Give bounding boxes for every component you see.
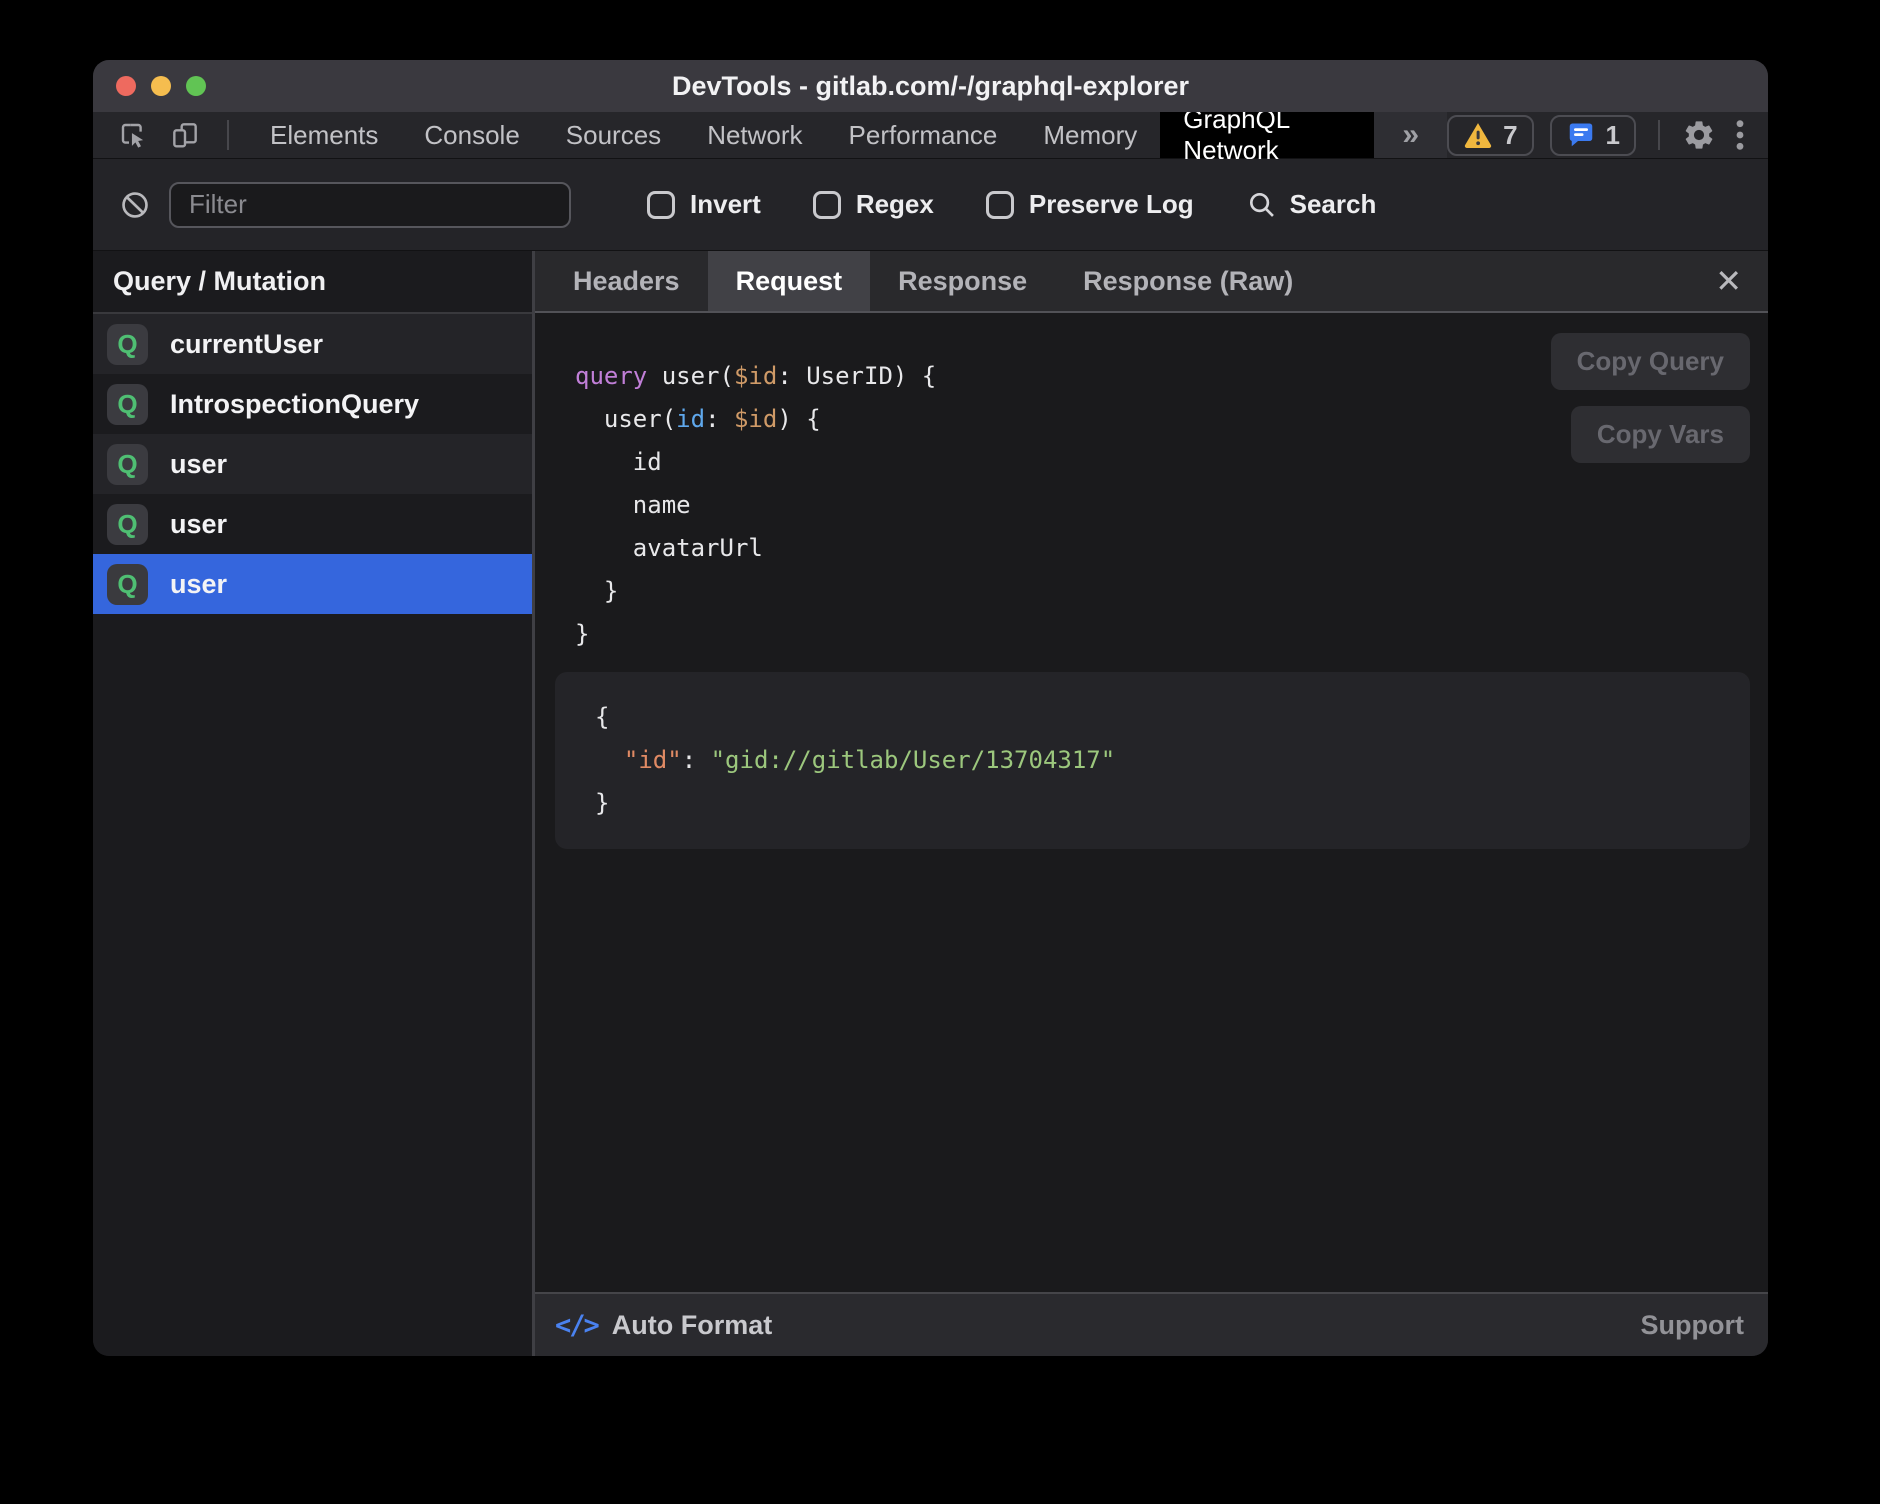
query-variables-json: { "id": "gid://gitlab/User/13704317"}	[555, 672, 1750, 849]
warning-count: 7	[1503, 120, 1517, 151]
traffic-lights	[116, 76, 206, 96]
inspect-element-icon[interactable]	[117, 119, 149, 151]
minimize-window-button[interactable]	[151, 76, 171, 96]
window-title: DevTools - gitlab.com/-/graphql-explorer	[93, 71, 1768, 102]
checkbox-box	[813, 191, 841, 219]
sidebar-header: Query / Mutation	[93, 251, 532, 314]
list-item-user-3-selected[interactable]: Q user	[93, 554, 532, 614]
tab-response-raw[interactable]: Response (Raw)	[1055, 251, 1321, 311]
tab-headers[interactable]: Headers	[545, 251, 708, 311]
tab-network[interactable]: Network	[684, 112, 825, 158]
detail-panel: Headers Request Response Response (Raw) …	[535, 251, 1768, 1356]
tab-console[interactable]: Console	[401, 112, 542, 158]
close-window-button[interactable]	[116, 76, 136, 96]
invert-checkbox[interactable]: Invert	[647, 189, 761, 220]
auto-format-label: Auto Format	[612, 1310, 772, 1341]
copy-vars-button[interactable]: Copy Vars	[1571, 406, 1750, 463]
devtools-tab-bar: Elements Console Sources Network Perform…	[93, 112, 1768, 159]
filter-input[interactable]	[169, 182, 571, 228]
checkbox-label: Regex	[856, 189, 934, 220]
preserve-log-checkbox[interactable]: Preserve Log	[986, 189, 1194, 220]
tab-performance[interactable]: Performance	[826, 112, 1021, 158]
search-button[interactable]: Search	[1246, 189, 1377, 221]
clear-filter-icon[interactable]	[119, 189, 151, 221]
checkbox-label: Preserve Log	[1029, 189, 1194, 220]
checkbox-label: Invert	[690, 189, 761, 220]
chat-bubble-icon	[1566, 120, 1596, 150]
search-icon	[1246, 189, 1278, 221]
tab-graphql-network[interactable]: GraphQL Network	[1160, 112, 1374, 158]
devtools-toolbar-icons	[93, 112, 247, 158]
toolbar-divider	[227, 120, 229, 150]
device-toolbar-icon[interactable]	[169, 119, 201, 151]
settings-gear-icon[interactable]	[1682, 118, 1716, 152]
more-tabs-button[interactable]: »	[1374, 112, 1447, 158]
issues-badge[interactable]: 1	[1550, 115, 1636, 156]
list-item-currentuser[interactable]: Q currentUser	[93, 314, 532, 374]
request-content: query user($id: UserID) { user(id: $id) …	[535, 313, 1768, 1292]
issues-count: 1	[1606, 120, 1620, 151]
tab-elements[interactable]: Elements	[247, 112, 401, 158]
kebab-menu-icon[interactable]	[1732, 118, 1748, 152]
list-item-introspectionquery[interactable]: Q IntrospectionQuery	[93, 374, 532, 434]
tab-memory[interactable]: Memory	[1020, 112, 1160, 158]
chevrons-right-icon: »	[1402, 118, 1419, 152]
tab-request[interactable]: Request	[708, 251, 871, 311]
support-link[interactable]: Support	[1641, 1310, 1744, 1341]
tab-response[interactable]: Response	[870, 251, 1055, 311]
query-type-badge: Q	[107, 444, 148, 485]
regex-checkbox[interactable]: Regex	[813, 189, 934, 220]
list-item-label: currentUser	[170, 329, 323, 360]
checkbox-box	[647, 191, 675, 219]
detail-tab-bar: Headers Request Response Response (Raw) …	[535, 251, 1768, 313]
close-icon: ✕	[1715, 262, 1742, 300]
title-bar: DevTools - gitlab.com/-/graphql-explorer	[93, 60, 1768, 112]
query-type-badge: Q	[107, 324, 148, 365]
copy-query-button[interactable]: Copy Query	[1551, 333, 1750, 390]
query-type-badge: Q	[107, 564, 148, 605]
badges-divider	[1658, 120, 1660, 150]
list-item-label: user	[170, 569, 227, 600]
filter-toolbar: Invert Regex Preserve Log Search	[93, 159, 1768, 251]
panel-footer: </> Auto Format Support	[535, 1292, 1768, 1356]
close-panel-button[interactable]: ✕	[1689, 251, 1768, 311]
query-type-badge: Q	[107, 504, 148, 545]
warnings-badge[interactable]: 7	[1447, 115, 1533, 156]
tab-sources[interactable]: Sources	[543, 112, 684, 158]
list-item-user-1[interactable]: Q user	[93, 434, 532, 494]
warning-icon	[1463, 121, 1493, 149]
list-item-label: user	[170, 449, 227, 480]
list-item-label: user	[170, 509, 227, 540]
query-list-sidebar: Query / Mutation Q currentUser Q Introsp…	[93, 251, 535, 1356]
list-item-user-2[interactable]: Q user	[93, 494, 532, 554]
code-brackets-icon: </>	[555, 1310, 598, 1341]
list-item-label: IntrospectionQuery	[170, 389, 419, 420]
devtools-window: DevTools - gitlab.com/-/graphql-explorer…	[93, 60, 1768, 1356]
query-type-badge: Q	[107, 384, 148, 425]
auto-format-button[interactable]: </> Auto Format	[555, 1310, 772, 1341]
search-label: Search	[1290, 189, 1377, 220]
zoom-window-button[interactable]	[186, 76, 206, 96]
checkbox-box	[986, 191, 1014, 219]
